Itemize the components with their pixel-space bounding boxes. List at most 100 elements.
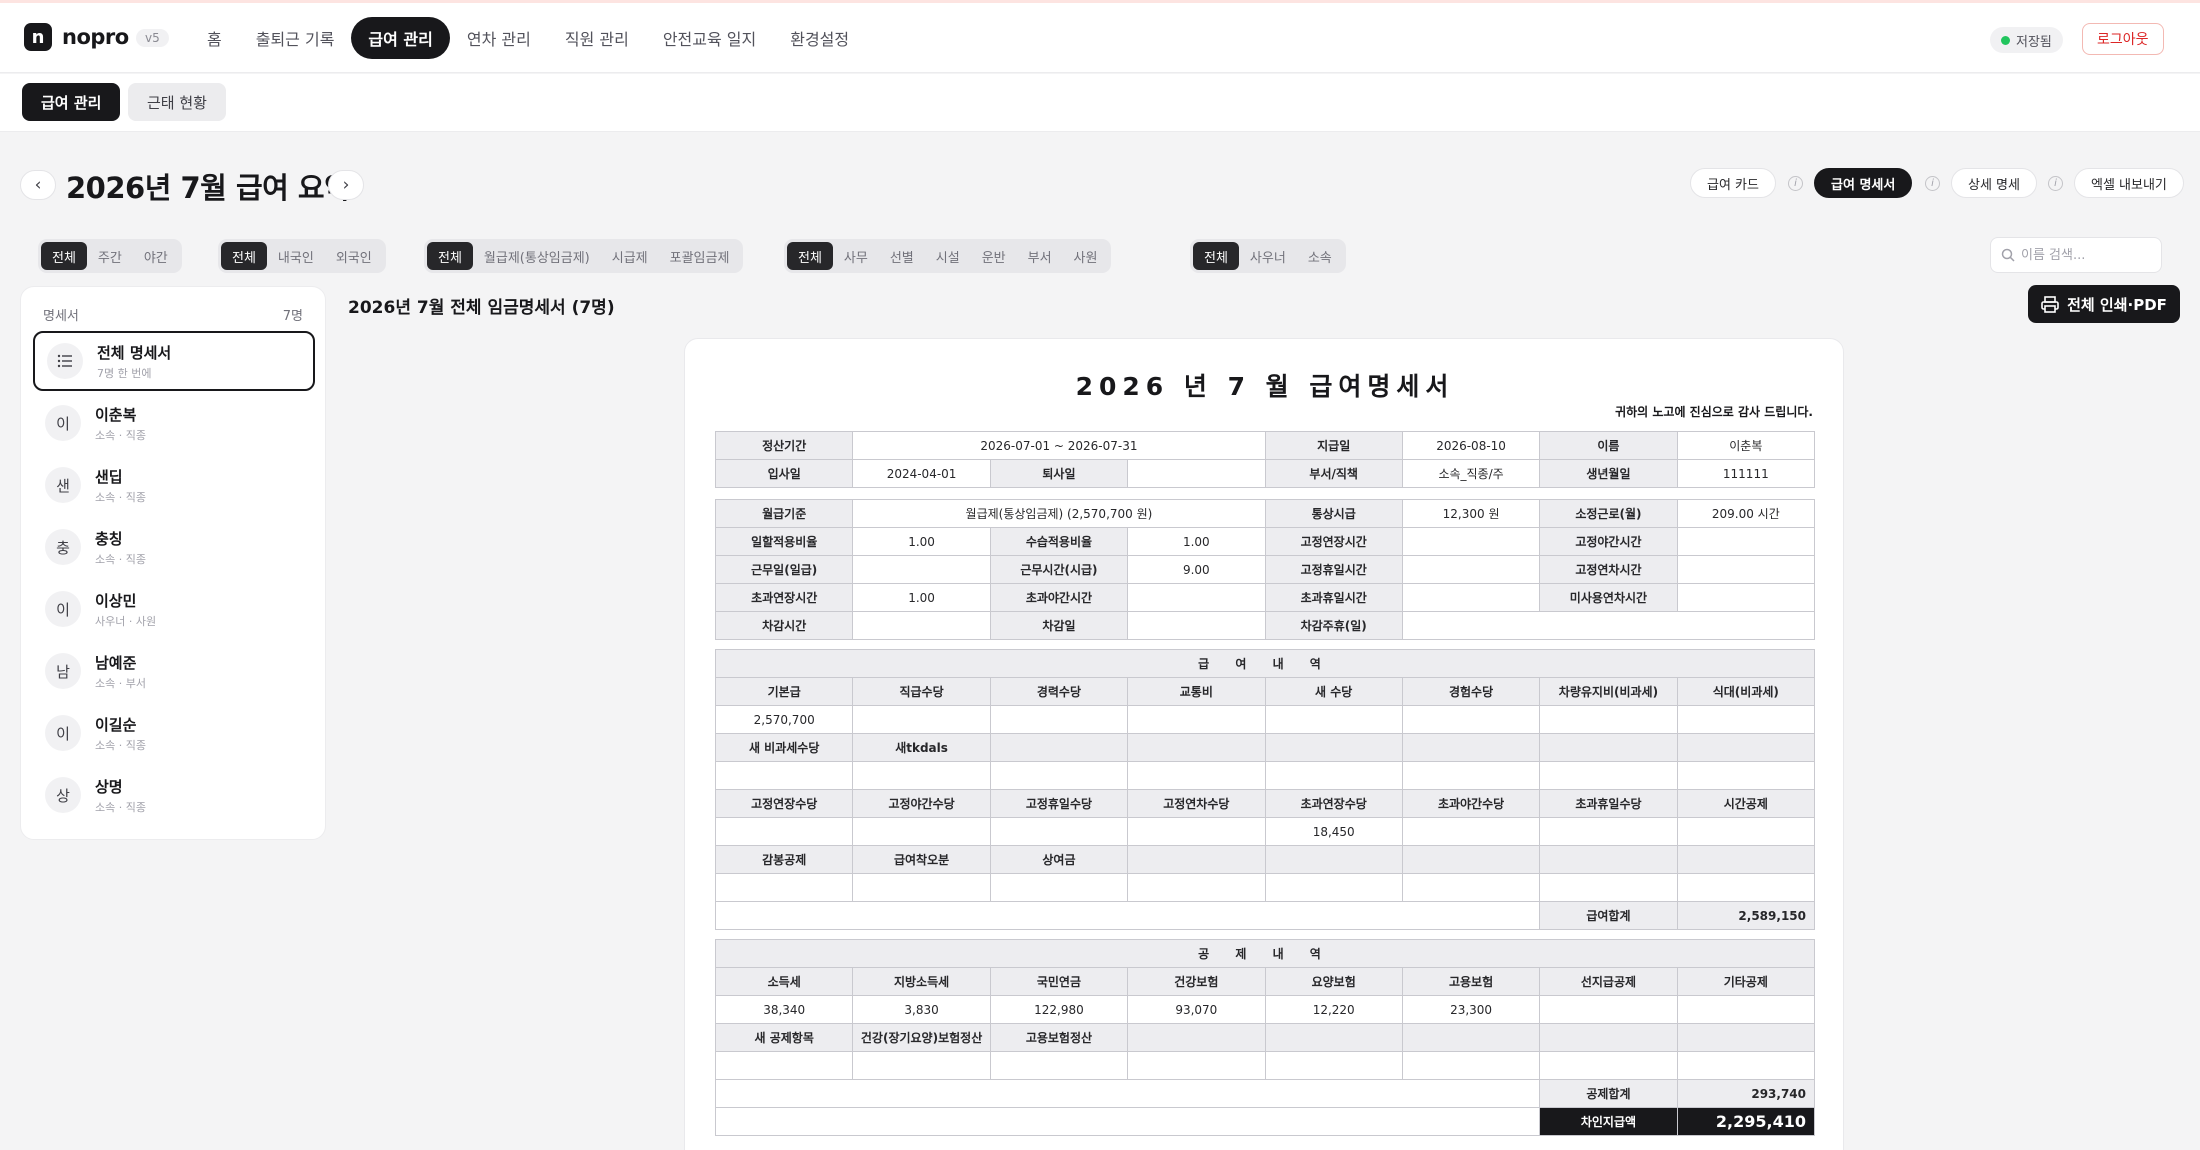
filter-company-sauner[interactable]: 사우너 [1239,242,1297,270]
slip-title: 2026 년 7 월 급여명세서 [1075,372,1455,401]
sidebar-item-all[interactable]: 전체 명세서 7명 한 번에 [33,331,315,391]
pay-value-cell [1401,705,1541,734]
export-excel-button[interactable]: 엑셀 내보내기 [2074,168,2184,198]
pay-breakdown-table: 급 여 내 역 기본급 직급수당 경력수당 교통비 새 수당 경험수당 차량유지… [714,649,1816,930]
pay-value-cell [989,817,1129,846]
label-cell: 지급일 [1264,431,1403,460]
nav-attendance[interactable]: 출퇴근 기록 [239,17,352,59]
view-detail-button[interactable]: 상세 명세 [1951,168,2037,198]
pay-header-cell [989,733,1129,762]
prev-month-button[interactable]: ‹ [20,170,56,200]
sidebar-item-employee[interactable]: 남 남예준 소속 · 부서 [33,641,315,701]
label-cell: 퇴사일 [989,459,1129,488]
pay-header-cell: 고정휴일수당 [989,789,1129,818]
filter-dept-division[interactable]: 부서 [1017,242,1063,270]
filter-dept-facility[interactable]: 시설 [925,242,971,270]
view-pay-card-button[interactable]: 급여 카드 [1690,168,1776,198]
search-input[interactable] [2021,247,2151,263]
filter-dept-all[interactable]: 전체 [787,242,833,270]
logo[interactable]: n nopro [24,23,129,51]
deduction-header-cell [1127,1023,1266,1052]
top-bar: n nopro v5 홈 출퇴근 기록 급여 관리 연차 관리 직원 관리 안전… [0,3,2200,73]
sidebar-item-employee[interactable]: 상 상명 소속 · 직종 [33,765,315,825]
saved-status-badge: 저장됨 [1990,27,2063,53]
pay-header-cell [1401,845,1541,874]
filter-nationality-domestic[interactable]: 내국인 [267,242,325,270]
info-icon[interactable]: i [1788,176,1803,191]
list-icon [47,343,83,379]
employee-name: 이길순 [95,715,137,734]
pay-header-cell: 감봉공제 [714,845,854,874]
pay-value-cell [989,873,1129,902]
pay-header-cell: 경력수당 [989,677,1129,706]
deduction-value-cell [714,1051,854,1080]
filter-nationality-foreign[interactable]: 외국인 [325,242,383,270]
pay-value-cell: 18,450 [1264,817,1403,846]
search-box[interactable] [1990,237,2162,273]
pay-total-label: 급여합계 [1539,901,1678,930]
filter-company-all[interactable]: 전체 [1193,242,1239,270]
filter-pay-type-inclusive[interactable]: 포괄임금제 [659,242,741,270]
label-cell: 차감주휴(일) [1264,611,1403,640]
pay-header-cell: 급여착오분 [852,845,991,874]
nav-employees[interactable]: 직원 관리 [548,17,646,59]
value-cell [852,555,991,584]
nav-settings[interactable]: 환경설정 [773,17,866,59]
deduction-value-cell [1264,1051,1403,1080]
employee-info-table: 정산기간 2026-07-01 ~ 2026-07-31 지급일 2026-08… [714,431,1816,488]
filter-shift-day[interactable]: 주간 [87,242,133,270]
next-month-button[interactable]: › [328,170,364,200]
sidebar-item-employee[interactable]: 이 이춘복 소속 · 직종 [33,393,315,453]
deduction-header-cell [1401,1023,1541,1052]
info-icon[interactable]: i [1925,176,1940,191]
sidebar-item-employee[interactable]: 충 충칭 소속 · 직종 [33,517,315,577]
sidebar-item-employee[interactable]: 이 이길순 소속 · 직종 [33,703,315,763]
slip-thanks: 귀하의 노고에 진심으로 감사 드립니다. [1615,405,1813,419]
filter-nationality-all[interactable]: 전체 [221,242,267,270]
nav-leave[interactable]: 연차 관리 [450,17,548,59]
filter-dept-staff[interactable]: 사원 [1063,242,1109,270]
pay-value-cell [1676,873,1816,902]
sidebar-item-employee[interactable]: 샌 샌딥 소속 · 직종 [33,455,315,515]
avatar: 이 [45,591,81,627]
print-pdf-button[interactable]: 전체 인쇄·PDF [2028,285,2180,323]
label-cell: 초과연장시간 [714,583,854,612]
filter-company-affiliate[interactable]: 소속 [1297,242,1343,270]
filter-dept-office[interactable]: 사무 [833,242,879,270]
label-cell: 부서/직책 [1264,459,1403,488]
nav-safety-log[interactable]: 안전교육 일지 [646,17,773,59]
page-title: 2026년 7월 급여 요약 [66,171,351,205]
filter-pay-type-monthly[interactable]: 월급제(통상임금제) [473,242,601,270]
filter-pay-type: 전체 월급제(통상임금제) 시급제 포괄임금제 [424,239,744,273]
sidebar-item-employee[interactable]: 이 이상민 사우너 · 사원 [33,579,315,639]
view-pay-slip-button[interactable]: 급여 명세서 [1814,168,1913,198]
label-cell: 입사일 [714,459,854,488]
nav-home[interactable]: 홈 [190,17,239,59]
value-cell: 1.00 [1127,527,1266,556]
tab-payroll[interactable]: 급여 관리 [22,83,121,121]
nav-payroll[interactable]: 급여 관리 [351,17,450,59]
filter-pay-type-all[interactable]: 전체 [427,242,473,270]
search-icon [2001,248,2015,262]
filter-dept-transport[interactable]: 운반 [971,242,1017,270]
deduction-value-cell [1401,1051,1541,1080]
filter-shift-all[interactable]: 전체 [41,242,87,270]
filter-shift-night[interactable]: 야간 [133,242,179,270]
employee-sub: 사우너 · 사원 [95,614,157,628]
label-cell: 차감시간 [714,611,854,640]
filter-dept-sorting[interactable]: 선별 [879,242,925,270]
filter-company: 전체 사우너 소속 [1190,239,1346,273]
deduction-header-cell: 선지급공제 [1539,967,1678,996]
employee-sub: 소속 · 직종 [95,552,146,566]
blank-cell [714,1079,1541,1108]
pay-value-cell [1676,817,1816,846]
value-cell: 2024-04-01 [852,459,991,488]
filter-pay-type-hourly[interactable]: 시급제 [601,242,659,270]
label-cell: 월급기준 [714,499,854,528]
employee-sub: 소속 · 부서 [95,676,146,690]
app-name: nopro [62,25,129,49]
value-cell [1127,583,1266,612]
logout-button[interactable]: 로그아웃 [2082,23,2164,55]
tab-attendance-status[interactable]: 근태 현황 [128,83,226,121]
info-icon[interactable]: i [2048,176,2063,191]
